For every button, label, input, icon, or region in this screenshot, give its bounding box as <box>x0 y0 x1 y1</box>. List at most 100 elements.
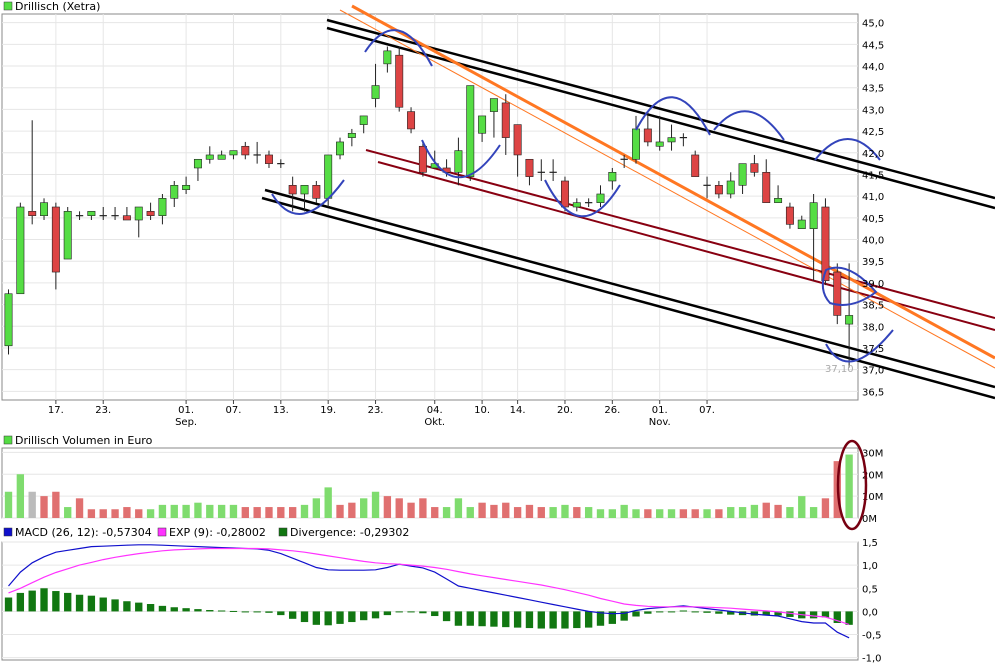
volume-bar <box>762 502 770 518</box>
candle-up <box>774 198 783 203</box>
candle-down <box>407 111 416 130</box>
divergence-bar <box>146 604 155 612</box>
volume-bar <box>16 474 25 518</box>
volume-bar <box>561 504 569 518</box>
candle-down <box>501 102 510 138</box>
candle-down <box>395 54 404 108</box>
candle-up <box>229 150 238 156</box>
divergence-bar <box>809 611 818 619</box>
candle-up <box>16 206 25 295</box>
price-y-tick: 38,5 <box>862 301 884 312</box>
volume-bar <box>786 507 794 518</box>
price-y-tick: 45,0 <box>862 19 884 30</box>
divergence-bar <box>454 611 463 626</box>
divergence-bar <box>502 611 510 628</box>
macd-legend: MACD (26, 12): -0,57304 EXP (9): -0,2800… <box>3 526 409 539</box>
macd-panel: 1,5 1,0 0,5 0,0 -0,5 -1,0 MACD (26, 12): -0,5… <box>1 526 882 665</box>
macd-y-tick: 1,0 <box>862 561 878 572</box>
divergence-bar <box>194 609 202 612</box>
volume-legend: Drillisch Volumen in Euro <box>3 434 153 447</box>
volume-bar <box>170 504 178 518</box>
price-panel-frame <box>1 13 859 401</box>
macd-y-axis: 1,5 1,0 0,5 0,0 -0,5 -1,0 <box>862 538 882 665</box>
candle-down <box>122 215 131 221</box>
volume-bar <box>407 502 415 518</box>
candle-up <box>205 154 214 160</box>
candle-up <box>371 85 380 99</box>
divergence-bar <box>360 611 368 621</box>
candle-up <box>359 115 368 125</box>
volume-bar <box>632 509 640 518</box>
volume-bar <box>312 498 321 518</box>
macd-y-tick: -1,0 <box>862 654 882 665</box>
candle-down <box>51 206 60 273</box>
x-axis: 17. 23. 01.Sep.07. 13. 19. 23. 04.Okt.10. 14. 20… <box>48 400 715 428</box>
volume-bar <box>537 507 545 518</box>
volume-bar <box>679 509 688 518</box>
x-axis-month-label: Okt. <box>424 417 445 428</box>
candle-down <box>525 158 534 177</box>
volume-bar <box>336 504 344 518</box>
divergence-bar <box>158 605 167 612</box>
candle-down <box>785 206 794 225</box>
volume-y-tick: 0M <box>862 514 877 525</box>
x-axis-tick-label: 01. <box>652 405 668 416</box>
macd-y-tick: 0,5 <box>862 584 878 595</box>
volume-bar <box>454 498 463 518</box>
volume-bar <box>750 504 759 518</box>
volume-bar <box>798 496 806 518</box>
price-y-tick: 43,5 <box>862 84 884 95</box>
candle-up <box>193 158 202 169</box>
price-y-tick: 42,5 <box>862 127 884 138</box>
x-axis-tick-label: 23. <box>95 405 111 416</box>
candle-up <box>478 115 487 134</box>
volume-bar <box>158 504 167 518</box>
candle-up <box>655 141 664 147</box>
x-axis-tick-label: 04. <box>427 405 443 416</box>
volume-bar <box>727 507 735 518</box>
divergence-bar <box>28 590 36 612</box>
volume-bar <box>573 507 581 518</box>
divergence-bar <box>348 611 356 623</box>
volume-bar <box>466 507 474 518</box>
price-y-tick: 40,0 <box>862 236 884 247</box>
divergence-bar <box>288 611 297 619</box>
divergence-bar <box>123 601 131 612</box>
candle-up <box>608 172 617 182</box>
x-axis-month-label: Nov. <box>649 417 671 428</box>
volume-bar <box>774 504 782 518</box>
divergence-bar <box>537 611 545 629</box>
x-axis-tick-label: 07. <box>226 405 242 416</box>
volume-bar <box>442 507 451 518</box>
divergence-bar <box>371 611 380 619</box>
volume-bar <box>28 491 36 518</box>
price-y-tick: 41,5 <box>862 170 884 181</box>
price-y-tick: 42,0 <box>862 149 884 160</box>
divergence-bar <box>513 611 522 628</box>
divergence-bar <box>265 611 273 613</box>
divergence-bar <box>206 610 214 612</box>
volume-bar <box>715 509 723 518</box>
volume-bar <box>667 509 676 518</box>
price-y-tick: 39,0 <box>862 279 884 290</box>
volume-bar <box>217 504 226 518</box>
volume-bar <box>300 504 309 518</box>
divergence-bar <box>52 591 60 612</box>
candle-up <box>845 315 854 325</box>
x-axis-tick-label: 17. <box>48 405 64 416</box>
divergence-bar <box>407 611 415 613</box>
divergence-bar <box>561 611 569 629</box>
divergence-legend-swatch <box>278 527 288 537</box>
candle-up <box>667 137 676 143</box>
x-axis-month-label: Sep. <box>175 417 197 428</box>
x-axis-tick-label: 26. <box>604 405 620 416</box>
volume-bar <box>513 507 522 518</box>
divergence-legend-label: Divergence: -0,29302 <box>290 526 409 539</box>
divergence-bar <box>431 611 439 617</box>
volume-bar <box>821 498 830 518</box>
divergence-bar <box>644 611 652 614</box>
volume-bar <box>703 509 711 518</box>
divergence-bar <box>300 611 309 623</box>
divergence-bar <box>182 608 190 612</box>
volume-bar <box>229 504 238 518</box>
